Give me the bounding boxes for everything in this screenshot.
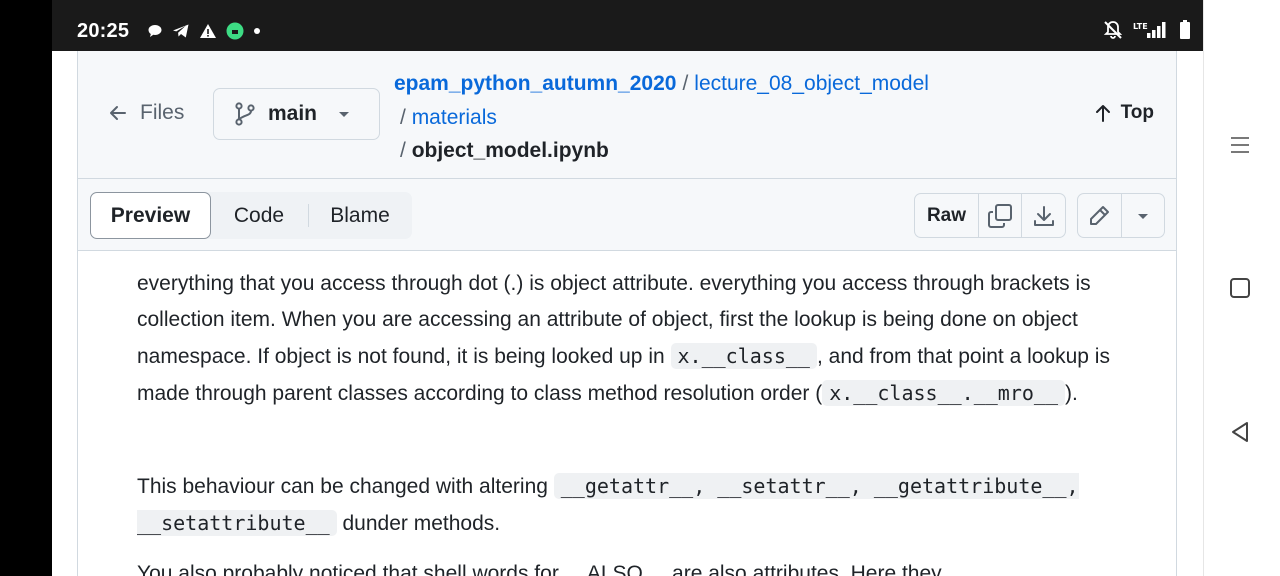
edit-button[interactable]	[1078, 194, 1122, 237]
view-mode-tabs: Preview Code Blame	[90, 192, 412, 239]
git-branch-icon	[235, 102, 255, 126]
files-back-link[interactable]: Files	[108, 101, 184, 125]
paragraph-text: This behaviour can be changed with alter…	[137, 475, 554, 498]
pencil-icon	[1090, 205, 1110, 225]
markdown-paragraph: This behaviour can be changed with alter…	[137, 468, 1127, 542]
raw-button[interactable]: Raw	[915, 194, 979, 237]
app-badge-icon	[226, 22, 244, 40]
caret-down-icon	[337, 109, 351, 119]
download-icon	[1033, 205, 1054, 226]
edit-more-button[interactable]	[1122, 194, 1165, 237]
breadcrumb-separator: /	[400, 105, 406, 129]
arrow-up-icon	[1095, 105, 1110, 122]
chat-bubble-icon	[148, 25, 162, 37]
file-actions-group: Raw	[914, 193, 1066, 238]
menu-lines-icon	[1231, 137, 1249, 153]
breadcrumb-folder-link[interactable]: lecture_08_object_model	[694, 72, 929, 95]
paragraph-text: ).	[1064, 382, 1078, 405]
battery-icon	[1180, 20, 1190, 39]
download-button[interactable]	[1022, 194, 1065, 237]
caret-down-icon	[1137, 213, 1148, 219]
breadcrumb-separator: /	[682, 72, 689, 95]
markdown-paragraph: everything that you access through dot (…	[137, 266, 1127, 412]
files-label: Files	[140, 101, 185, 124]
left-screen-edge	[0, 0, 52, 576]
branch-name: main	[268, 102, 318, 125]
branch-selector[interactable]: main	[213, 88, 380, 140]
top-label: Top	[1120, 102, 1154, 123]
breadcrumb-folder-link[interactable]: materials	[412, 106, 497, 129]
file-header: Files main epam_python_autumn_2020/lectu…	[77, 51, 1177, 179]
copy-icon	[988, 203, 1012, 228]
copy-button[interactable]	[979, 194, 1022, 237]
arrow-left-icon	[110, 106, 126, 120]
muted-bell-icon	[1103, 21, 1123, 39]
back-button[interactable]	[1228, 420, 1252, 444]
file-toolbar: Preview Code Blame Raw	[77, 178, 1177, 251]
paragraph-text: dunder methods.	[336, 512, 501, 535]
back-triangle-icon	[1232, 422, 1248, 442]
recent-apps-button[interactable]	[1228, 133, 1252, 157]
markdown-paragraph-partial: You also probably noticed that shell wor…	[137, 562, 958, 576]
system-nav-bar	[1203, 0, 1280, 576]
svg-text:LTE: LTE	[1133, 22, 1148, 31]
breadcrumb: epam_python_autumn_2020/lecture_08_objec…	[394, 67, 994, 168]
lte-signal-icon: LTE	[1133, 22, 1166, 38]
tab-blame[interactable]: Blame	[310, 192, 410, 239]
status-time: 20:25	[77, 20, 130, 42]
home-button[interactable]	[1228, 276, 1252, 300]
scroll-top-button[interactable]: Top	[1094, 102, 1154, 124]
tab-preview[interactable]: Preview	[90, 192, 211, 239]
breadcrumb-repo-link[interactable]: epam_python_autumn_2020	[394, 72, 676, 95]
warning-icon	[200, 24, 216, 38]
notification-icons	[147, 22, 261, 40]
status-bar: 20:25 LTE	[52, 0, 1203, 51]
square-icon	[1230, 278, 1250, 298]
github-file-page: Files main epam_python_autumn_2020/lectu…	[52, 51, 1203, 576]
inline-code: x.__class__.__mro__	[822, 380, 1065, 406]
breadcrumb-separator: /	[400, 139, 406, 162]
notebook-content: everything that you access through dot (…	[77, 250, 1177, 576]
breadcrumb-file-name: object_model.ipynb	[411, 139, 609, 162]
edit-actions-group	[1077, 193, 1165, 238]
system-icons: LTE	[1103, 20, 1191, 40]
tab-code[interactable]: Code	[211, 192, 307, 239]
inline-code: x.__class__	[670, 343, 817, 369]
more-dot-icon	[254, 28, 260, 34]
telegram-icon	[173, 24, 189, 38]
tab-divider	[308, 204, 309, 227]
